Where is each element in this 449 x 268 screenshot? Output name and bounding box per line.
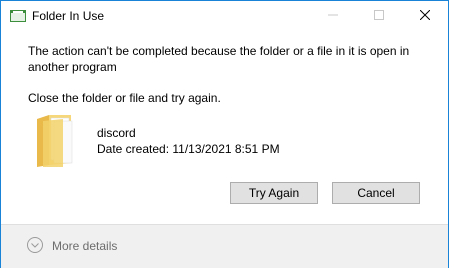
cancel-button[interactable]: Cancel <box>332 182 420 204</box>
window-title: Folder In Use <box>32 9 105 23</box>
file-name: discord <box>97 126 136 140</box>
minimize-button[interactable] <box>310 1 356 31</box>
close-button[interactable] <box>402 1 448 31</box>
file-date-created: Date created: 11/13/2021 8:51 PM <box>97 142 280 156</box>
dialog-content: The action can't be completed because th… <box>1 31 448 224</box>
try-again-button[interactable]: Try Again <box>230 182 318 204</box>
maximize-button[interactable] <box>356 1 402 31</box>
more-details-link[interactable]: More details <box>52 239 117 253</box>
folder-icon <box>35 113 75 169</box>
minimize-icon <box>328 9 338 23</box>
maximize-icon <box>374 9 384 23</box>
error-message: The action can't be completed because th… <box>28 44 410 74</box>
folder-window-icon <box>10 10 26 22</box>
title-bar[interactable]: Folder In Use <box>1 1 448 31</box>
instruction-message: Close the folder or file and try again. <box>28 91 221 105</box>
dialog-footer: More details <box>1 224 448 268</box>
dialog-window: Folder In Use The action can't be comple… <box>0 0 449 268</box>
close-icon <box>419 9 431 23</box>
chevron-down-circle-icon[interactable] <box>27 237 43 253</box>
